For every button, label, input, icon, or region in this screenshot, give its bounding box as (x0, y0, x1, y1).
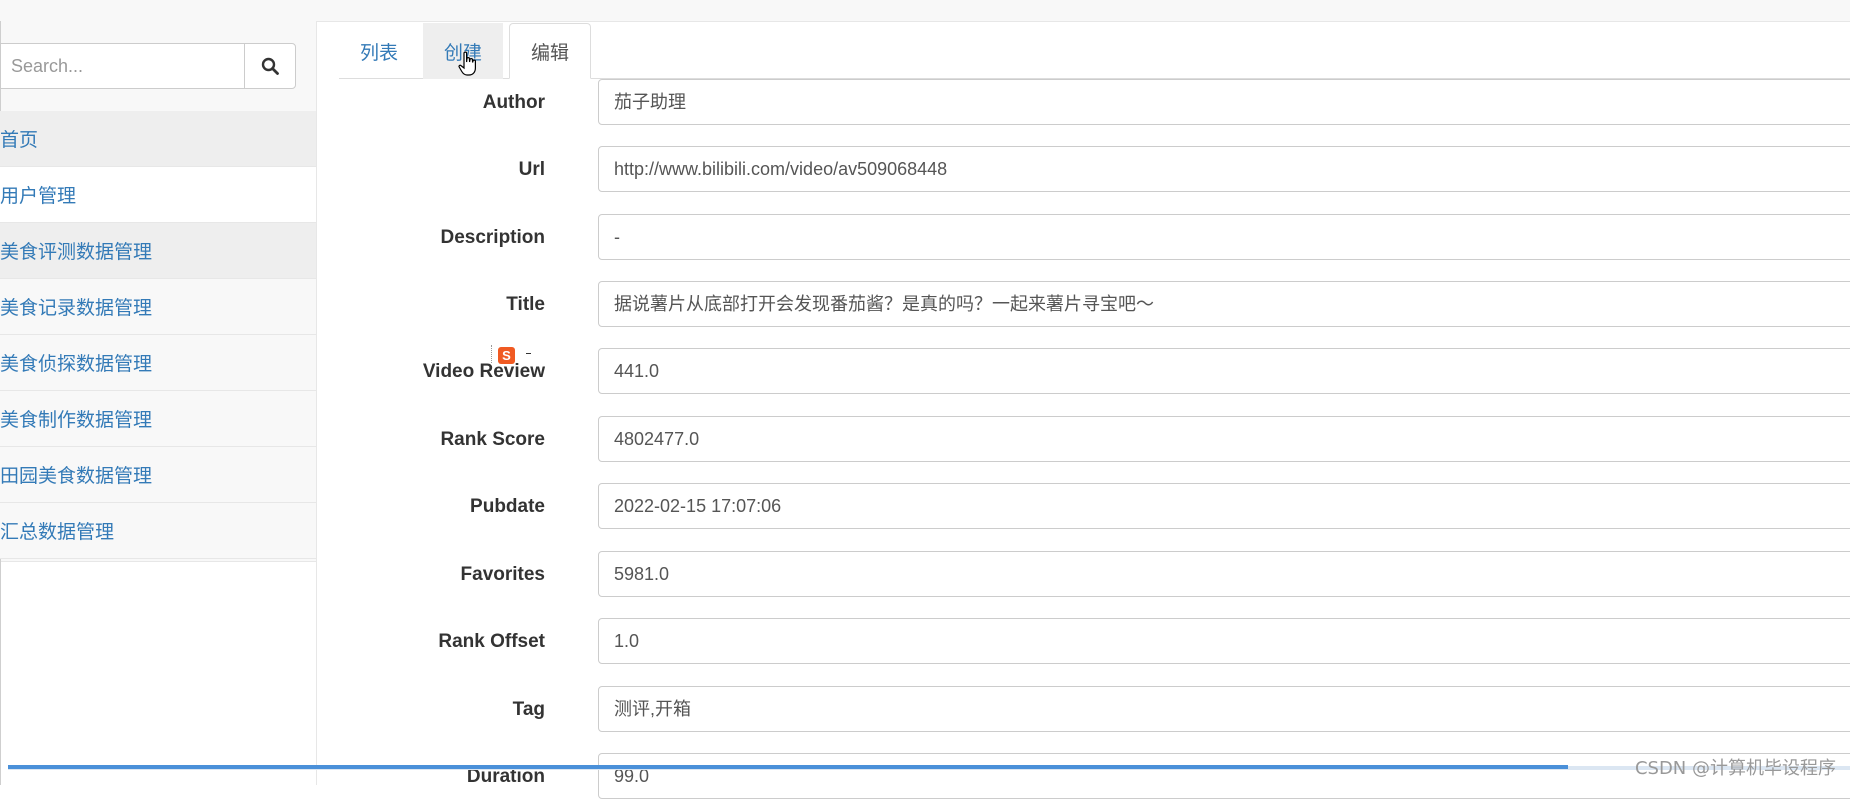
rank-offset-input[interactable]: 1.0 (598, 618, 1850, 664)
top-navbar (0, 0, 1850, 22)
overlay-minimize-icon[interactable] (526, 353, 531, 354)
sidebar-item-rural-food[interactable]: 田园美食数据管理 (0, 447, 316, 503)
search-input[interactable] (0, 43, 244, 89)
tab-edit[interactable]: 编辑 (509, 23, 591, 79)
form-row-tag: Tag 测评,开箱 (339, 686, 1850, 734)
sogou-s-icon[interactable]: S (498, 347, 515, 364)
sidebar-item-summary[interactable]: 汇总数据管理 (0, 503, 316, 559)
tab-list[interactable]: 列表 (339, 23, 419, 79)
favorites-input[interactable]: 5981.0 (598, 551, 1850, 597)
description-input[interactable]: - (598, 214, 1850, 260)
title-label: Title (506, 294, 545, 315)
scrollbar-thumb[interactable] (8, 765, 1568, 769)
overlay-dotted-divider (491, 345, 493, 363)
description-label: Description (440, 227, 545, 248)
form-row-favorites: Favorites 5981.0 (339, 551, 1850, 599)
sidebar-item-users[interactable]: 用户管理 (0, 167, 316, 223)
form-row-author: Author 茄子助理 (339, 79, 1850, 127)
author-input[interactable]: 茄子助理 (598, 79, 1850, 125)
search-icon (261, 57, 279, 75)
tag-input[interactable]: 测评,开箱 (598, 686, 1850, 732)
duration-label: Duration (466, 766, 545, 787)
sidebar-divider (316, 21, 317, 785)
form-row-rank-score: Rank Score 4802477.0 (339, 416, 1850, 464)
search-button[interactable] (244, 43, 296, 89)
author-label: Author (482, 92, 545, 113)
form-row-video-review: Video Review 441.0 (339, 348, 1850, 396)
sidebar-item-food-detective[interactable]: 美食侦探数据管理 (0, 335, 316, 391)
form-row-title: Title 据说薯片从底部打开会发现番茄酱？是真的吗？一起来薯片寻宝吧～ (339, 281, 1850, 329)
sidebar-item-food-making[interactable]: 美食制作数据管理 (0, 391, 316, 447)
sidebar-item-home[interactable]: 首页 (0, 111, 316, 167)
watermark-text: CSDN @计算机毕设程序 (1634, 758, 1836, 779)
pubdate-input[interactable]: 2022-02-15 17:07:06 (598, 483, 1850, 529)
video-review-input[interactable]: 441.0 (598, 348, 1850, 394)
rank-offset-label: Rank Offset (438, 631, 545, 652)
title-input[interactable]: 据说薯片从底部打开会发现番茄酱？是真的吗？一起来薯片寻宝吧～ (598, 281, 1850, 327)
form-row-pubdate: Pubdate 2022-02-15 17:07:06 (339, 483, 1850, 531)
form-row-url: Url http://www.bilibili.com/video/av5090… (339, 146, 1850, 194)
tab-bar: 列表 创建 编辑 (339, 21, 1850, 79)
form-row-duration: Duration 99.0 (339, 753, 1850, 801)
rank-score-label: Rank Score (440, 429, 545, 450)
tag-label: Tag (512, 699, 545, 720)
hand-cursor-icon (458, 51, 476, 76)
sidebar-menu: 首页 用户管理 美食评测数据管理 美食记录数据管理 美食侦探数据管理 美食制作数… (0, 111, 316, 559)
rank-score-input[interactable]: 4802477.0 (598, 416, 1850, 462)
form-row-rank-offset: Rank Offset 1.0 (339, 618, 1850, 666)
sidebar-item-food-record[interactable]: 美食记录数据管理 (0, 279, 316, 335)
url-label: Url (518, 159, 545, 180)
pubdate-label: Pubdate (470, 496, 545, 517)
form-row-description: Description - (339, 214, 1850, 262)
sidebar-search (0, 43, 296, 89)
url-input[interactable]: http://www.bilibili.com/video/av50906844… (598, 146, 1850, 192)
sidebar-item-food-review[interactable]: 美食评测数据管理 (0, 223, 316, 279)
favorites-label: Favorites (460, 564, 545, 585)
